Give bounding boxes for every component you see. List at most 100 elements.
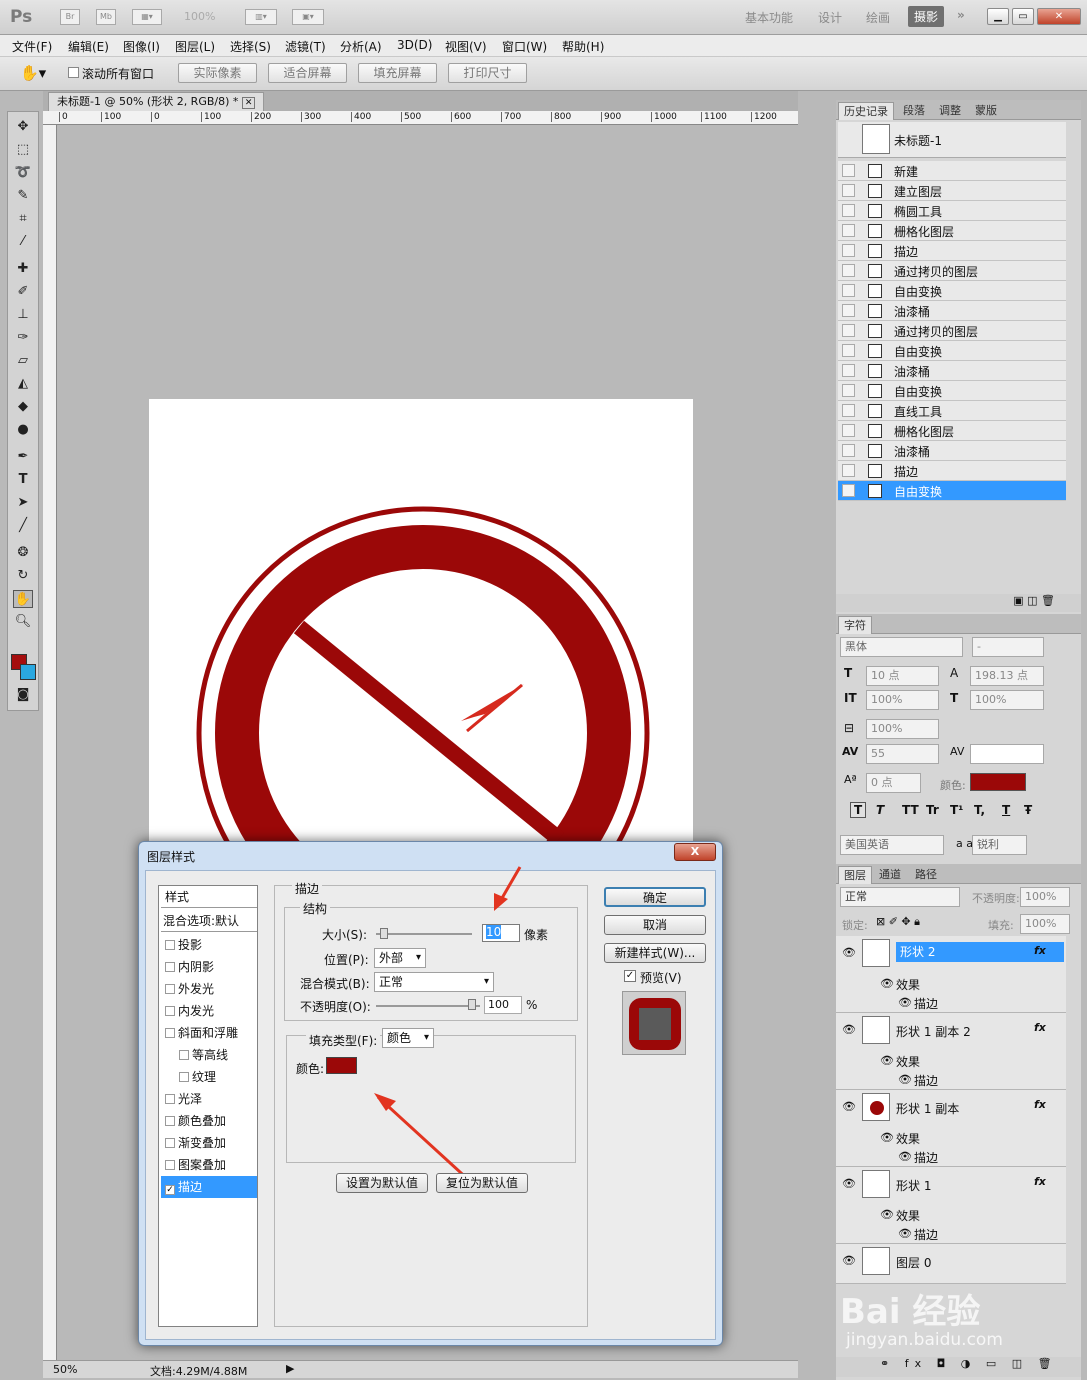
zoom-level-field[interactable]: 100% [184, 10, 215, 23]
tab-layers[interactable]: 图层 [838, 866, 872, 884]
menu-select[interactable]: 选择(S) [230, 38, 271, 55]
blend-mode-select[interactable]: 正常 [374, 972, 494, 992]
healing-brush-tool-icon[interactable]: ✚ [13, 260, 33, 278]
history-state-checkbox[interactable] [842, 404, 855, 417]
style-item[interactable]: 图案叠加 [161, 1154, 257, 1176]
menu-edit[interactable]: 编辑(E) [68, 38, 109, 55]
style-checkbox[interactable] [165, 962, 175, 972]
blending-options-item[interactable]: 混合选项:默认 [161, 910, 257, 932]
3d-orbit-tool-icon[interactable]: ↻ [13, 567, 33, 585]
history-item[interactable]: 椭圆工具 [838, 201, 1066, 221]
hand-tool-icon[interactable]: ✋ [13, 590, 33, 608]
visibility-eye-icon[interactable]: 👁︎ [842, 946, 856, 959]
zoom-tool-icon[interactable]: 🔍︎ [13, 613, 33, 631]
eyedropper-tool-icon[interactable]: ⁄ [13, 233, 33, 251]
history-state-checkbox[interactable] [842, 424, 855, 437]
screen-mode-icon[interactable]: ▣▾ [292, 9, 324, 25]
style-item[interactable]: 投影 [161, 934, 257, 956]
tsume-field[interactable]: 100% [866, 719, 939, 739]
style-checkbox[interactable] [165, 1094, 175, 1104]
style-checkbox[interactable] [179, 1072, 189, 1082]
tab-adjustments[interactable]: 调整 [934, 102, 966, 120]
styles-header[interactable]: 样式 [161, 886, 257, 908]
tab-channels[interactable]: 通道 [874, 866, 906, 884]
visibility-eye-icon[interactable]: 👁︎ [842, 1023, 856, 1036]
strikethrough-button[interactable]: Ŧ [1024, 803, 1032, 817]
style-item[interactable]: 斜面和浮雕 [161, 1022, 257, 1044]
ok-button[interactable]: 确定 [604, 887, 706, 907]
workspace-design[interactable]: 设计 [818, 9, 842, 26]
tracking-field[interactable] [970, 744, 1044, 764]
opacity-slider-thumb[interactable] [468, 999, 476, 1010]
history-item[interactable]: 通过拷贝的图层 [838, 321, 1066, 341]
faux-italic-button[interactable]: T [876, 803, 884, 817]
style-item[interactable]: 渐变叠加 [161, 1132, 257, 1154]
lasso-tool-icon[interactable]: ➰ [13, 164, 33, 182]
crop-tool-icon[interactable]: ⌗ [13, 210, 33, 228]
antialias-select[interactable]: 锐利 [972, 835, 1027, 855]
path-selection-tool-icon[interactable]: ➤ [13, 494, 33, 512]
history-item[interactable]: 油漆桶 [838, 301, 1066, 321]
minimize-button[interactable]: ▁ [987, 8, 1009, 25]
history-item[interactable]: 栅格化图层 [838, 421, 1066, 441]
history-state-checkbox[interactable] [842, 184, 855, 197]
subscript-button[interactable]: T, [974, 803, 985, 817]
superscript-button[interactable]: T¹ [950, 803, 963, 817]
history-item[interactable]: 描边 [838, 461, 1066, 481]
style-checkbox[interactable]: ✓ [165, 1185, 175, 1195]
menu-window[interactable]: 窗口(W) [502, 38, 547, 55]
style-checkbox[interactable] [165, 1160, 175, 1170]
fit-screen-button[interactable]: 适合屏幕 [268, 63, 347, 83]
close-tab-icon[interactable]: ✕ [241, 97, 256, 109]
visibility-eye-icon[interactable]: 👁︎ [842, 1254, 856, 1267]
minibridge-button[interactable]: Mb [96, 9, 116, 25]
workspace-painting[interactable]: 绘画 [866, 9, 890, 26]
layer-opacity-field[interactable]: 100% [1020, 887, 1070, 907]
font-size-field[interactable]: 10 点 [866, 666, 939, 686]
style-item[interactable]: 等高线 [161, 1044, 257, 1066]
new-style-button[interactable]: 新建样式(W)... [604, 943, 706, 963]
layer-fill-field[interactable]: 100% [1020, 914, 1070, 934]
history-item[interactable]: 油漆桶 [838, 361, 1066, 381]
style-item[interactable]: 光泽 [161, 1088, 257, 1110]
leading-field[interactable]: 198.13 点 [970, 666, 1044, 686]
lock-icons[interactable]: ⊠ ✐ ✥ 🔒︎ [876, 915, 920, 929]
vertical-scale-field[interactable]: 100% [866, 690, 939, 710]
status-menu-arrow-icon[interactable]: ▶ [286, 1362, 294, 1375]
style-item[interactable]: 内发光 [161, 1000, 257, 1022]
layer-row[interactable]: 👁︎ 图层 0 [836, 1244, 1066, 1284]
dialog-close-button[interactable]: X [674, 843, 716, 861]
size-slider-track[interactable] [376, 933, 472, 935]
background-color-swatch[interactable] [20, 664, 36, 680]
effects-eye-icon[interactable]: 👁︎ [880, 1054, 894, 1067]
style-checkbox[interactable] [165, 1028, 175, 1038]
blur-tool-icon[interactable]: ◆ [13, 398, 33, 416]
fill-screen-button[interactable]: 填充屏幕 [358, 63, 437, 83]
menu-layer[interactable]: 图层(L) [175, 38, 215, 55]
fx-icon[interactable]: fx [1034, 944, 1046, 957]
close-window-button[interactable]: ✕ [1037, 8, 1081, 25]
effects-eye-icon[interactable]: 👁︎ [880, 1208, 894, 1221]
menu-filter[interactable]: 滤镜(T) [285, 38, 326, 55]
fx-icon[interactable]: fx [1034, 1175, 1046, 1188]
effects-eye-icon[interactable]: 👁︎ [880, 1131, 894, 1144]
faux-bold-button[interactable]: T [850, 802, 867, 818]
opacity-input[interactable]: 100 [484, 996, 522, 1014]
layer-blend-mode-select[interactable]: 正常 [840, 887, 960, 907]
history-state-checkbox[interactable] [842, 164, 855, 177]
all-caps-button[interactable]: TT [902, 803, 919, 817]
underline-button[interactable]: T [1002, 803, 1010, 817]
stroke-eye-icon[interactable]: 👁︎ [898, 1073, 912, 1086]
horizontal-scale-field[interactable]: 100% [970, 690, 1044, 710]
marquee-tool-icon[interactable]: ⬚ [13, 141, 33, 159]
style-checkbox[interactable] [165, 1006, 175, 1016]
history-state-checkbox[interactable] [842, 264, 855, 277]
history-item[interactable]: 自由变换 [838, 381, 1066, 401]
pen-tool-icon[interactable]: ✒ [13, 448, 33, 466]
layer-row[interactable]: 👁︎ 形状 2 fx 👁︎ 效果 👁︎ 描边 [836, 936, 1066, 1013]
history-state-checkbox[interactable] [842, 384, 855, 397]
history-item[interactable]: 建立图层 [838, 181, 1066, 201]
menu-help[interactable]: 帮助(H) [562, 38, 604, 55]
menu-analysis[interactable]: 分析(A) [340, 38, 382, 55]
position-select[interactable]: 外部 [374, 948, 426, 968]
